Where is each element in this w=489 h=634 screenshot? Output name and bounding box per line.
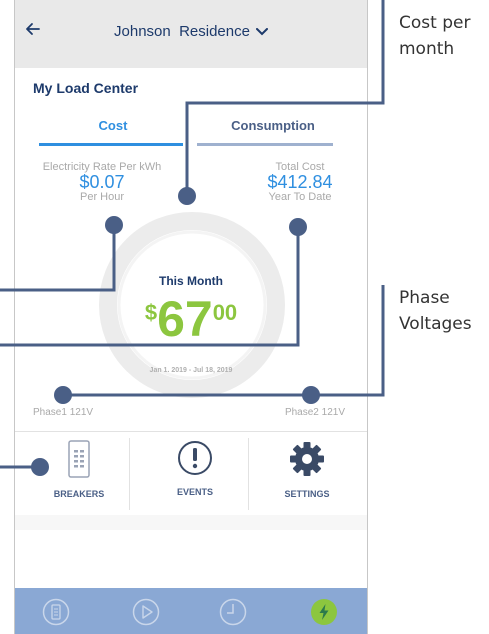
amount-cents: 00 bbox=[212, 300, 238, 325]
breaker-panel-icon bbox=[68, 440, 90, 478]
amount-symbol: $ bbox=[144, 300, 158, 325]
monthly-cost: $6700 bbox=[125, 294, 257, 344]
settings-label: SETTINGS bbox=[284, 489, 330, 499]
cost-per-month-callout: Cost per month bbox=[399, 13, 471, 59]
load-center-title: My Load Center bbox=[33, 80, 139, 96]
play-icon[interactable] bbox=[132, 598, 160, 626]
tab-consumption[interactable]: Consumption bbox=[203, 118, 343, 133]
events-label: EVENTS bbox=[176, 487, 213, 497]
date-range: Jan 1. 2019 - Jul 18, 2019 bbox=[149, 367, 233, 374]
load-center-card: My Load Center Cost Consumption Electric… bbox=[15, 68, 367, 515]
tab-cost-underline bbox=[39, 143, 183, 146]
chevron-down-icon bbox=[255, 27, 268, 35]
clock-icon[interactable] bbox=[219, 598, 247, 626]
power-icon[interactable] bbox=[310, 598, 338, 626]
settings-button[interactable]: SETTINGS bbox=[257, 440, 357, 510]
panel-icon[interactable] bbox=[42, 598, 70, 626]
action-divider bbox=[248, 438, 249, 510]
phone-screen: Johnson Residence My Load Center Cost Co… bbox=[14, 0, 368, 634]
content-area: My Load Center Cost Consumption Electric… bbox=[15, 68, 367, 530]
bottom-nav bbox=[15, 588, 367, 634]
action-divider bbox=[129, 438, 130, 510]
tab-consumption-underline bbox=[197, 143, 333, 146]
gauge-label: This Month bbox=[159, 274, 223, 288]
phase-voltages-callout: Phase Voltages bbox=[399, 288, 472, 334]
exclamation-icon bbox=[178, 441, 212, 475]
tab-cost[interactable]: Cost bbox=[43, 118, 183, 133]
divider bbox=[15, 431, 367, 432]
phase2-voltage: Phase2 121V bbox=[284, 407, 345, 418]
gear-icon bbox=[290, 442, 324, 476]
residence-selector[interactable]: Johnson Residence bbox=[15, 23, 367, 40]
residence-title: Johnson Residence bbox=[114, 23, 250, 40]
phase1-voltage: Phase1 121V bbox=[33, 407, 94, 418]
amount-whole: 67 bbox=[157, 291, 213, 347]
app-header: Johnson Residence bbox=[15, 0, 367, 68]
events-button[interactable]: EVENTS bbox=[145, 440, 245, 510]
breakers-label: BREAKERS bbox=[53, 489, 105, 499]
breakers-button[interactable]: BREAKERS bbox=[29, 440, 129, 510]
